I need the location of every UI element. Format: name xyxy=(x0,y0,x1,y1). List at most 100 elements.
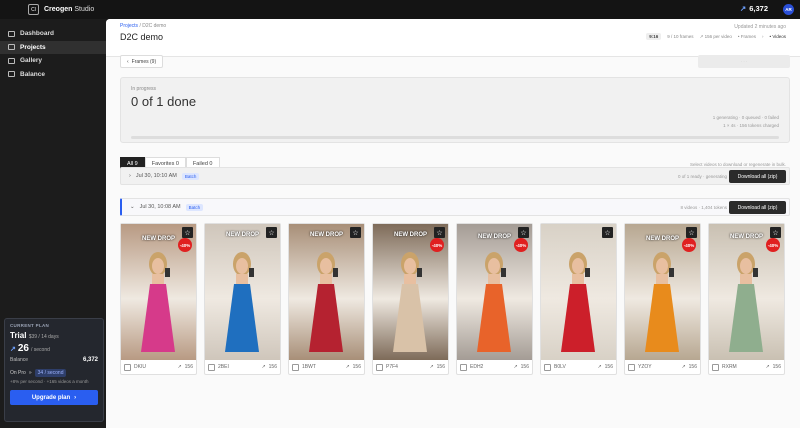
app-logo[interactable]: Cl xyxy=(28,4,39,15)
phone-shape xyxy=(333,268,338,277)
video-card-footer: EDH2 ↗ 156 xyxy=(457,360,532,374)
video-thumbnail[interactable]: NEW DROP -40% ☆ xyxy=(709,224,784,360)
video-id: 1BWT xyxy=(302,364,316,370)
head-shape xyxy=(404,258,416,274)
phone-shape xyxy=(753,268,758,277)
star-icon[interactable]: ☆ xyxy=(686,227,697,238)
select-checkbox[interactable] xyxy=(712,363,719,371)
credit-counter[interactable]: ↗ 6,372 xyxy=(740,4,768,13)
select-checkbox[interactable] xyxy=(124,363,131,371)
phone-shape xyxy=(585,268,590,277)
video-cost: 156 xyxy=(604,364,613,370)
video-thumbnail[interactable]: NEW DROP -40% ☆ xyxy=(373,224,448,360)
generate-button[interactable]: · · · xyxy=(698,55,790,68)
video-thumbnail[interactable]: NEW DROP ☆ xyxy=(289,224,364,360)
video-thumbnail[interactable]: NEW DROP -40% ☆ xyxy=(457,224,532,360)
phone-shape xyxy=(417,268,422,277)
progress-done: 0 of 1 done xyxy=(131,94,197,109)
pro-rate-tag: 34 / second xyxy=(34,369,67,377)
video-card[interactable]: NEW DROP -40% ☆ DKIU ↗ 156 xyxy=(120,223,197,375)
bolt-icon: ↗ xyxy=(177,364,182,370)
video-id: DKIU xyxy=(134,364,146,370)
video-thumbnail[interactable]: NEW DROP ☆ xyxy=(205,224,280,360)
frames-link[interactable]: • Frames xyxy=(738,34,756,39)
rate-unit: / second xyxy=(31,347,50,353)
model-figure xyxy=(561,252,595,352)
star-icon[interactable]: ☆ xyxy=(518,227,529,238)
star-icon[interactable]: ☆ xyxy=(350,227,361,238)
head-shape xyxy=(488,258,500,274)
video-card[interactable]: NEW DROP -40% ☆ RXRM ↗ 156 xyxy=(708,223,785,375)
sidebar-item-gallery[interactable]: Gallery xyxy=(0,54,106,67)
select-checkbox[interactable] xyxy=(544,363,551,371)
video-cost: 156 xyxy=(352,364,361,370)
video-thumbnail[interactable]: NEW DROP -40% ☆ xyxy=(625,224,700,360)
video-card[interactable]: NEW DROP -40% ☆ YZOY ↗ 156 xyxy=(624,223,701,375)
download-all-button[interactable]: Download all (zip) xyxy=(729,170,786,183)
dress-shape xyxy=(309,284,343,352)
videos-link[interactable]: • Videos xyxy=(769,34,786,39)
star-icon[interactable]: ☆ xyxy=(434,227,445,238)
video-card[interactable]: NEW DROP -40% ☆ P7F4 ↗ 156 xyxy=(372,223,449,375)
progress-label: In progress xyxy=(131,86,157,92)
arrow-right-icon: » xyxy=(28,370,32,376)
brand-label: Creogen xyxy=(44,6,73,13)
download-all-button[interactable]: Download all (zip) xyxy=(729,201,786,214)
sidebar-item-projects[interactable]: Projects xyxy=(0,40,106,54)
gallery-icon xyxy=(8,57,15,64)
video-card[interactable]: ☆ B0LV ↗ 156 xyxy=(540,223,617,375)
video-id: B0LV xyxy=(554,364,566,370)
video-cost: 156 xyxy=(184,364,193,370)
bolt-icon: ↗ xyxy=(681,364,686,370)
dress-shape xyxy=(729,284,763,352)
batch-badge: Batch xyxy=(185,203,204,211)
sale-badge: -40% xyxy=(766,238,780,252)
progress-bar xyxy=(131,136,779,139)
sale-badge: -40% xyxy=(178,238,192,252)
per-video-value: 156 per video xyxy=(704,33,732,39)
batch-row[interactable]: › Jul 30, 10:10 AM Batch 0 of 1 ready · … xyxy=(120,167,790,185)
batch-row[interactable]: ⌄ Jul 30, 10:08 AM Batch 8 videos · 1,40… xyxy=(120,198,790,216)
select-checkbox[interactable] xyxy=(628,363,635,371)
upgrade-button[interactable]: Upgrade plan › xyxy=(10,390,98,405)
star-icon[interactable]: ☆ xyxy=(182,227,193,238)
select-checkbox[interactable] xyxy=(376,363,383,371)
video-thumbnail[interactable]: NEW DROP -40% ☆ xyxy=(121,224,196,360)
select-checkbox[interactable] xyxy=(208,363,215,371)
video-id: 2BEI xyxy=(218,364,229,370)
star-icon[interactable]: ☆ xyxy=(770,227,781,238)
sidebar-item-dashboard[interactable]: Dashboard xyxy=(0,27,106,40)
video-id: EDH2 xyxy=(470,364,484,370)
phone-shape xyxy=(501,268,506,277)
bolt-icon: ↗ xyxy=(513,364,518,370)
dress-shape xyxy=(561,284,595,352)
head-shape xyxy=(656,258,668,274)
avatar[interactable]: AR xyxy=(783,4,794,15)
star-icon[interactable]: ☆ xyxy=(266,227,277,238)
main-content: Projects / D2C demo D2C demo Updated 2 m… xyxy=(106,19,800,428)
sale-badge: -40% xyxy=(682,238,696,252)
video-id: YZOY xyxy=(638,364,652,370)
video-thumbnail[interactable]: ☆ xyxy=(541,224,616,360)
bolt-icon: ↗ xyxy=(597,364,602,370)
rate-value: 26 xyxy=(17,343,29,354)
plan-balance: Balance 6,372 xyxy=(10,357,98,363)
dress-shape xyxy=(141,284,175,352)
select-checkbox[interactable] xyxy=(292,363,299,371)
select-checkbox[interactable] xyxy=(460,363,467,371)
video-card[interactable]: NEW DROP -40% ☆ EDH2 ↗ 156 xyxy=(456,223,533,375)
progress-status-line1: 1 generating · 0 queued · 0 failed xyxy=(712,115,779,120)
top-bar: Cl Creogen Studio ↗ 6,372 AR xyxy=(0,0,800,19)
sidebar-item-label: Projects xyxy=(20,43,46,51)
video-card[interactable]: NEW DROP ☆ 2BEI ↗ 156 xyxy=(204,223,281,375)
star-icon[interactable]: ☆ xyxy=(602,227,613,238)
sidebar-item-label: Gallery xyxy=(20,57,43,64)
sidebar-item-balance[interactable]: Balance xyxy=(0,68,106,81)
video-card[interactable]: NEW DROP ☆ 1BWT ↗ 156 xyxy=(288,223,365,375)
frame-count: 9 / 10 frames xyxy=(667,34,694,39)
frames-back-button[interactable]: ‹ Frames (9) xyxy=(120,55,164,68)
breadcrumb-projects[interactable]: Projects xyxy=(120,23,138,29)
frames-link-label: Frames xyxy=(740,34,756,39)
chevron-right-icon: › xyxy=(74,394,77,401)
sidebar-item-label: Balance xyxy=(20,70,45,78)
